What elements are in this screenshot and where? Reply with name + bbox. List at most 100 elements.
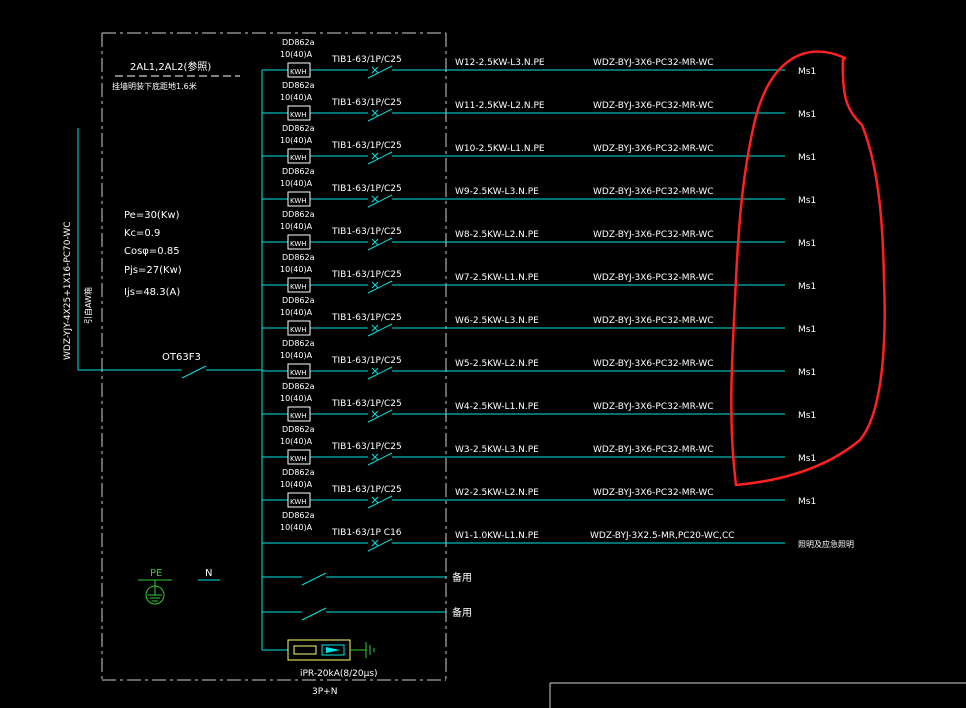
meter-rating: 10(40)A: [280, 222, 313, 231]
cable-spec-label: WDZ-BYJ-3X6-PC32-MR-WC: [593, 316, 714, 326]
load-label: 照明及应急照明: [798, 539, 854, 549]
load-label: Ms1: [798, 411, 816, 421]
meter-model: DD862a: [282, 468, 315, 477]
kwh-meter-unit: KWH: [290, 111, 307, 119]
meter-rating: 10(40)A: [280, 179, 313, 188]
breaker-label: TIB1-63/1P/C25: [331, 485, 402, 495]
meter-model: DD862a: [282, 167, 315, 176]
load-label: Ms1: [798, 282, 816, 292]
meter-model: DD862a: [282, 81, 315, 90]
circuit-label: W10-2.5KW-L1.N.PE: [455, 144, 545, 154]
breaker-label: TIB1-63/1P/C25: [331, 442, 402, 452]
breaker-label: TIB1-63/1P C16: [331, 528, 402, 538]
circuit-label: W7-2.5KW-L1.N.PE: [455, 273, 539, 283]
cable-spec-label: WDZ-BYJ-3X6-PC32-MR-WC: [593, 144, 714, 154]
circuit-label: W9-2.5KW-L3.N.PE: [455, 187, 539, 197]
cable-spec-label: WDZ-BYJ-3X6-PC32-MR-WC: [593, 187, 714, 197]
meter-model: DD862a: [282, 124, 315, 133]
kwh-meter-unit: KWH: [290, 68, 307, 76]
incoming-source-label: 引自AW箱: [83, 287, 93, 324]
cable-spec-label: WDZ-BYJ-3X6-PC32-MR-WC: [593, 58, 714, 68]
circuit-label: W6-2.5KW-L3.N.PE: [455, 316, 539, 326]
meter-model: DD862a: [282, 382, 315, 391]
outgoing-circuits: KWH DD862a 10(40)A TIB1-63/1P/C25 W12-2.5KW-…: [262, 38, 854, 552]
meter-rating: 10(40)A: [280, 136, 313, 145]
kwh-meter-unit: KWH: [290, 498, 307, 506]
load-label: Ms1: [798, 368, 816, 378]
load-label: Ms1: [798, 325, 816, 335]
spd-symbol: [262, 639, 375, 661]
meter-model: DD862a: [282, 253, 315, 262]
circuit-row: KWH DD862a 10(40)A TIB1-63/1P/C25 W8-2.5KW-L…: [262, 210, 816, 251]
kwh-meter-unit: KWH: [290, 326, 307, 334]
circuit-label: W5-2.5KW-L2.N.PE: [455, 359, 539, 369]
breaker-label: TIB1-63/1P/C25: [331, 184, 402, 194]
meter-model: DD862a: [282, 210, 315, 219]
circuit-label: W4-2.5KW-L1.N.PE: [455, 402, 539, 412]
pe-label: PE: [150, 568, 162, 579]
meter-model: DD862a: [282, 296, 315, 305]
circuit-row: KWH DD862a 10(40)A TIB1-63/1P/C25 W2-2.5KW-L…: [262, 468, 816, 509]
meter-rating: 10(40)A: [280, 394, 313, 403]
kwh-meter-unit: KWH: [290, 154, 307, 162]
load-label: Ms1: [798, 497, 816, 507]
kwh-meter-unit: KWH: [290, 197, 307, 205]
cad-drawing-canvas: 2AL1,2AL2(参照) 挂墙明装下底距地1.6米 WDZ-YJY-4X25+…: [63, 32, 966, 708]
circuit-row: KWH DD862a 10(40)A TIB1-63/1P/C25 W10-2.5KW-…: [262, 124, 816, 165]
meter-rating: 10(40)A: [280, 308, 313, 317]
breaker-label: TIB1-63/1P/C25: [331, 55, 402, 65]
n-label: N: [205, 568, 212, 579]
meter-model: DD862a: [282, 339, 315, 348]
load-label: Ms1: [798, 67, 816, 77]
circuit-label: W1-1.0KW-L1.N.PE: [455, 531, 539, 541]
meter-model: DD862a: [282, 425, 315, 434]
spare-circuit-1: [262, 572, 446, 586]
breaker-label: TIB1-63/1P/C25: [331, 141, 402, 151]
kwh-meter-unit: KWH: [290, 412, 307, 420]
load-label: Ms1: [798, 196, 816, 206]
cable-spec-label: WDZ-BYJ-3X6-PC32-MR-WC: [593, 230, 714, 240]
param-ijs: Ijs=48.3(A): [124, 287, 180, 298]
spd-poles: 3P+N: [312, 687, 337, 697]
breaker-label: TIB1-63/1P/C25: [331, 313, 402, 323]
circuit-label: W2-2.5KW-L2.N.PE: [455, 488, 539, 498]
kwh-meter-unit: KWH: [290, 455, 307, 463]
main-switch-label: OT63F3: [162, 352, 201, 363]
cable-spec-label: WDZ-BYJ-3X6-PC32-MR-WC: [593, 273, 714, 283]
circuit-row: KWH DD862a 10(40)A TIB1-63/1P/C25 W9-2.5KW-L…: [262, 167, 816, 208]
meter-rating: 10(40)A: [280, 523, 313, 532]
meter-rating: 10(40)A: [280, 437, 313, 446]
circuit-label: W3-2.5KW-L3.N.PE: [455, 445, 539, 455]
circuit-row: DD862a 10(40)A TIB1-63/1P C16 W1-1.0KW-L1.N…: [262, 511, 854, 552]
meter-model: DD862a: [282, 511, 315, 520]
spare-label-1: 备用: [452, 571, 472, 584]
load-label: Ms1: [798, 239, 816, 249]
load-label: Ms1: [798, 153, 816, 163]
meter-rating: 10(40)A: [280, 265, 313, 274]
circuit-label: W11-2.5KW-L2.N.PE: [455, 101, 545, 111]
breaker-label: TIB1-63/1P/C25: [331, 356, 402, 366]
circuit-label: W8-2.5KW-L2.N.PE: [455, 230, 539, 240]
cable-spec-label: WDZ-BYJ-3X6-PC32-MR-WC: [593, 488, 714, 498]
spare-label-2: 备用: [452, 606, 472, 619]
param-cos: Cosφ=0.85: [124, 246, 180, 257]
param-kc: Kc=0.9: [124, 228, 160, 239]
param-pjs: Pjs=27(Kw): [124, 265, 182, 276]
meter-rating: 10(40)A: [280, 480, 313, 489]
spare-circuit-2: [262, 607, 446, 621]
load-label: Ms1: [798, 454, 816, 464]
circuit-label: W12-2.5KW-L3.N.PE: [455, 58, 545, 68]
breaker-label: TIB1-63/1P/C25: [331, 399, 402, 409]
breaker-label: TIB1-63/1P/C25: [331, 98, 402, 108]
breaker-label: TIB1-63/1P/C25: [331, 270, 402, 280]
cable-spec-label: WDZ-BYJ-3X6-PC32-MR-WC: [593, 359, 714, 369]
load-parameters: Pe=30(Kw) Kc=0.9 Cosφ=0.85 Pjs=27(Kw) Ij…: [124, 210, 182, 298]
spd-label: iPR-20kA(8/20μs): [300, 669, 378, 679]
cable-spec-label: WDZ-BYJ-3X6-PC32-MR-WC: [593, 101, 714, 111]
kwh-meter-unit: KWH: [290, 240, 307, 248]
param-pe: Pe=30(Kw): [124, 210, 180, 221]
kwh-meter-unit: KWH: [290, 283, 307, 291]
main-switch-symbol: [180, 365, 262, 379]
title-block-corner: [549, 682, 966, 708]
panel-title: 2AL1,2AL2(参照): [130, 60, 211, 73]
